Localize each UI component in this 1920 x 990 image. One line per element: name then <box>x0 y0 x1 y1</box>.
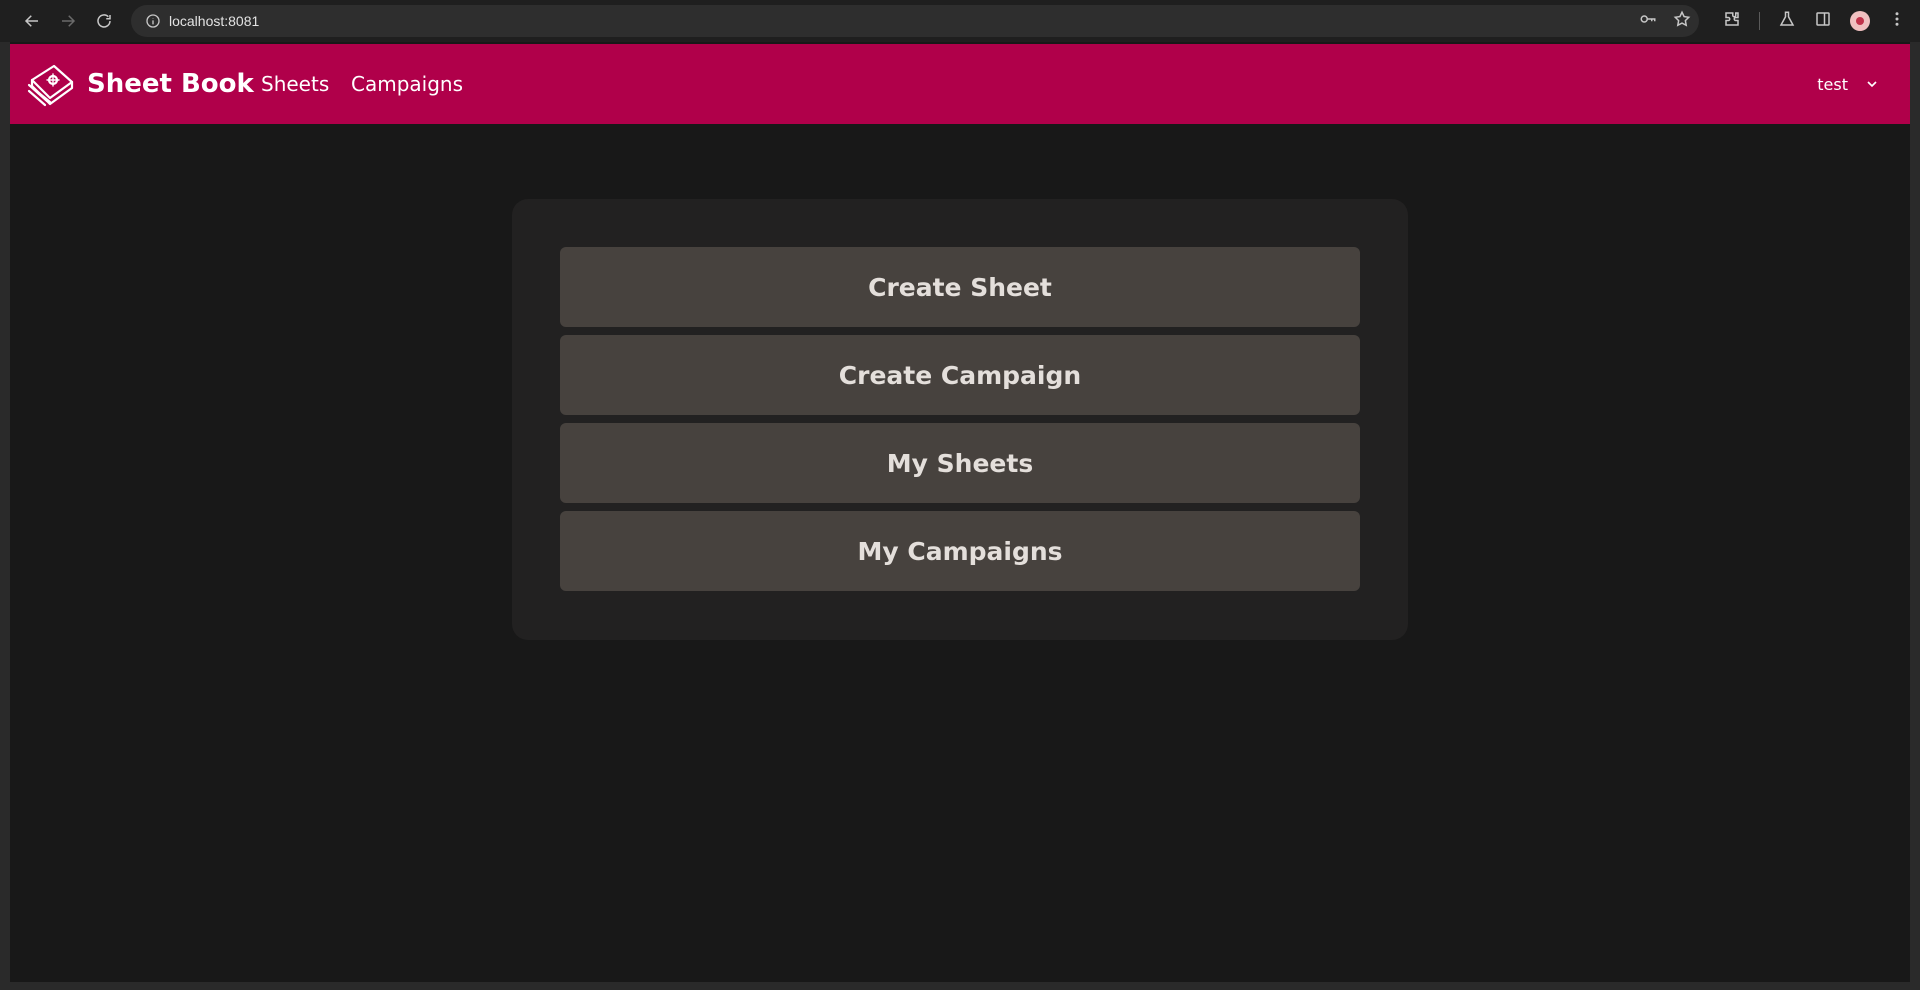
nav-sheets[interactable]: Sheets <box>261 44 329 124</box>
url-text: localhost:8081 <box>169 13 260 29</box>
site-info-icon[interactable] <box>137 5 169 37</box>
reload-button[interactable] <box>86 3 122 39</box>
window-bottom-edge <box>0 982 1920 990</box>
create-sheet-button[interactable]: Create Sheet <box>560 247 1360 327</box>
back-button[interactable] <box>14 3 50 39</box>
arrow-right-icon <box>62 15 76 27</box>
my-campaigns-button[interactable]: My Campaigns <box>560 511 1360 591</box>
profile-avatar[interactable] <box>1850 11 1870 31</box>
page-viewport: Sheet Book Sheets Campaigns test Create … <box>10 42 1910 982</box>
password-key-icon[interactable] <box>1639 10 1657 32</box>
brand-title[interactable]: Sheet Book <box>87 44 254 124</box>
user-menu[interactable]: test <box>1817 44 1880 124</box>
arrow-left-icon <box>24 15 38 27</box>
main-menu-card: Create Sheet Create Campaign My Sheets M… <box>512 199 1408 640</box>
side-panel-icon[interactable] <box>1814 10 1832 32</box>
toolbar-divider <box>1759 12 1760 30</box>
nav-campaigns[interactable]: Campaigns <box>351 44 463 124</box>
bookmark-star-icon[interactable] <box>1673 10 1691 32</box>
app-header: Sheet Book Sheets Campaigns test <box>10 44 1910 124</box>
forward-button[interactable] <box>50 3 86 39</box>
reload-icon <box>97 14 111 28</box>
create-campaign-button[interactable]: Create Campaign <box>560 335 1360 415</box>
username-label: test <box>1817 74 1848 94</box>
chevron-down-icon <box>1867 81 1877 88</box>
address-bar[interactable]: localhost:8081 <box>131 5 1699 37</box>
extensions-icon[interactable] <box>1723 10 1741 32</box>
labs-flask-icon[interactable] <box>1778 10 1796 32</box>
browser-toolbar: localhost:8081 <box>0 0 1920 42</box>
sheet-book-logo-icon[interactable] <box>26 60 76 108</box>
my-sheets-button[interactable]: My Sheets <box>560 423 1360 503</box>
more-menu-icon[interactable] <box>1888 10 1906 32</box>
